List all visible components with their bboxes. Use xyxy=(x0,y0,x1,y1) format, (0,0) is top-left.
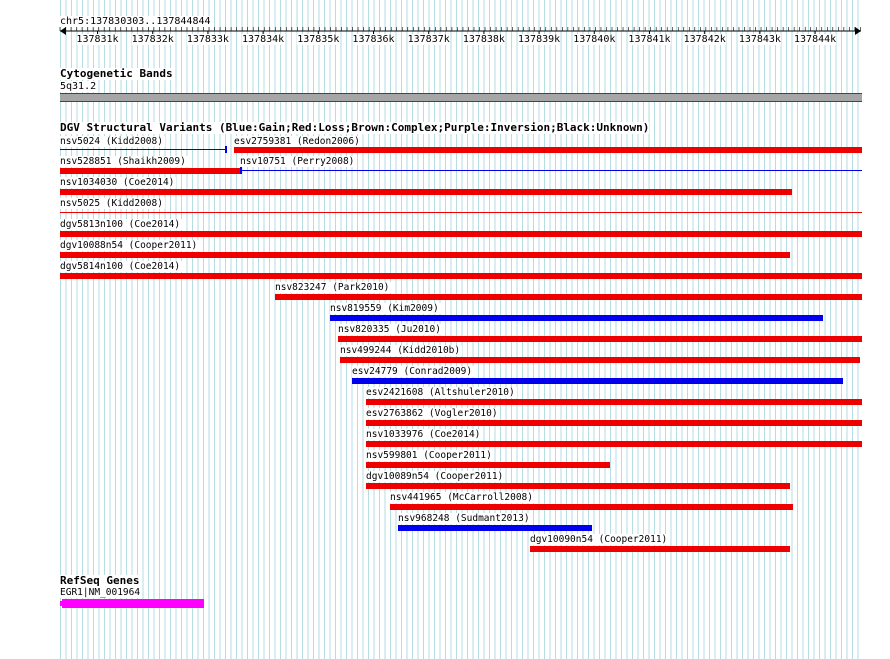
variant-label-esv24779: esv24779 (Conrad2009) xyxy=(352,366,475,377)
variant-dgv10089n54[interactable] xyxy=(366,483,790,489)
variant-esv2421608[interactable] xyxy=(366,399,862,405)
variant-esv24779[interactable] xyxy=(352,378,843,384)
ruler-tick-label: 137842k xyxy=(683,34,726,45)
cytoband-label: 5q31.2 xyxy=(60,81,97,92)
variant-label-dgv10089n54: dgv10089n54 (Cooper2011) xyxy=(366,471,506,482)
variant-label-esv2759381: esv2759381 (Redon2006) xyxy=(234,136,362,147)
variant-label-nsv1034030: nsv1034030 (Coe2014) xyxy=(60,177,177,188)
variant-esv2763862[interactable] xyxy=(366,420,862,426)
ruler-tick-label: 137837k xyxy=(407,34,450,45)
gene-label-egr1: EGR1|NM_001964 xyxy=(60,587,143,598)
variant-nsv5024[interactable] xyxy=(60,149,226,150)
variant-dgv10090n54[interactable] xyxy=(530,546,790,552)
ruler-tick-label: 137834k xyxy=(242,34,285,45)
ruler-tick-label: 137843k xyxy=(738,34,781,45)
variant-nsv1034030[interactable] xyxy=(60,189,792,195)
variant-nsv528851[interactable] xyxy=(60,168,241,174)
genome-browser-viewer[interactable]: chr5:137830303..137844844 137831k 137832k… xyxy=(0,0,890,659)
variant-esv2759381[interactable] xyxy=(234,147,862,153)
ruler-tick-label: 137836k xyxy=(352,34,395,45)
variant-label-nsv499244: nsv499244 (Kidd2010b) xyxy=(340,345,463,356)
variant-label-nsv820335: nsv820335 (Ju2010) xyxy=(338,324,443,335)
variant-label-esv2763862: esv2763862 (Vogler2010) xyxy=(366,408,500,419)
variant-nsv819559[interactable] xyxy=(330,315,823,321)
variant-label-nsv823247: nsv823247 (Park2010) xyxy=(275,282,392,293)
ruler-tick-label: 137840k xyxy=(573,34,616,45)
variant-label-nsv819559: nsv819559 (Kim2009) xyxy=(330,303,441,314)
ruler[interactable]: chr5:137830303..137844844 137831k 137832k… xyxy=(0,0,890,50)
cytoband-track-title[interactable]: Cytogenetic Bands xyxy=(60,68,173,80)
variant-dgv5813n100[interactable] xyxy=(60,231,862,237)
variant-nsv5024-end xyxy=(225,146,227,153)
gene-egr1-arrow xyxy=(60,601,63,606)
variant-label-dgv10090n54: dgv10090n54 (Cooper2011) xyxy=(530,534,670,545)
variant-nsv1033976[interactable] xyxy=(366,441,862,447)
variant-nsv441965[interactable] xyxy=(390,504,793,510)
variant-nsv823247[interactable] xyxy=(275,294,862,300)
cytoband-band[interactable] xyxy=(60,93,862,102)
variant-label-nsv10751: nsv10751 (Perry2008) xyxy=(240,156,357,167)
ruler-tick-label: 137835k xyxy=(297,34,340,45)
variant-dgv10088n54[interactable] xyxy=(60,252,790,258)
variant-label-dgv10088n54: dgv10088n54 (Cooper2011) xyxy=(60,240,200,251)
variant-label-dgv5813n100: dgv5813n100 (Coe2014) xyxy=(60,219,183,230)
ruler-tick-label: 137841k xyxy=(628,34,671,45)
ruler-tick-label: 137839k xyxy=(518,34,561,45)
gene-egr1[interactable] xyxy=(62,599,204,608)
variant-label-esv2421608: esv2421608 (Altshuler2010) xyxy=(366,387,517,398)
variant-nsv820335[interactable] xyxy=(338,336,862,342)
refseq-track-title[interactable]: RefSeq Genes xyxy=(60,575,140,587)
dgv-track-title[interactable]: DGV Structural Variants (Blue:Gain;Red:L… xyxy=(60,122,650,134)
ruler-tick-label: 137844k xyxy=(794,34,837,45)
ruler-tick-label: 137831k xyxy=(76,34,119,45)
variant-label-nsv528851: nsv528851 (Shaikh2009) xyxy=(60,156,188,167)
variant-label-nsv441965: nsv441965 (McCarroll2008) xyxy=(390,492,535,503)
variant-nsv10751[interactable] xyxy=(240,170,862,171)
variant-dgv5814n100[interactable] xyxy=(60,273,862,279)
variant-label-nsv599801: nsv599801 (Cooper2011) xyxy=(366,450,494,461)
ruler-tick-label: 137833k xyxy=(186,34,229,45)
variant-nsv968248[interactable] xyxy=(398,525,592,531)
variant-nsv599801[interactable] xyxy=(366,462,610,468)
ruler-tick-label: 137832k xyxy=(131,34,174,45)
variant-nsv5025[interactable] xyxy=(60,212,862,213)
variant-label-nsv5025: nsv5025 (Kidd2008) xyxy=(60,198,165,209)
ruler-tick-label: 137838k xyxy=(462,34,505,45)
variant-label-nsv5024: nsv5024 (Kidd2008) xyxy=(60,136,165,147)
variant-label-nsv1033976: nsv1033976 (Coe2014) xyxy=(366,429,483,440)
variant-label-nsv968248: nsv968248 (Sudmant2013) xyxy=(398,513,532,524)
variant-label-dgv5814n100: dgv5814n100 (Coe2014) xyxy=(60,261,183,272)
variant-nsv499244[interactable] xyxy=(340,357,860,363)
